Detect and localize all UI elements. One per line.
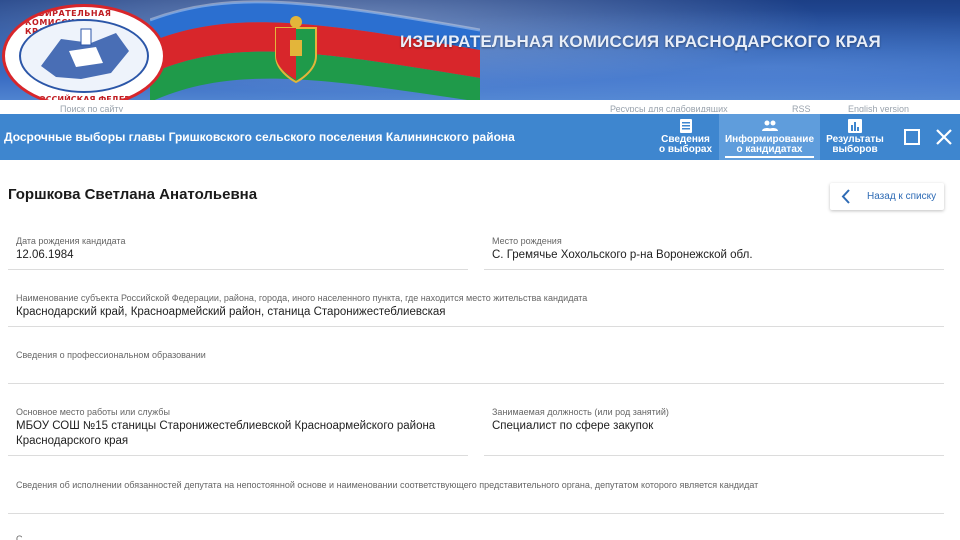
site-header-banner: ИЗБИРАТЕЛЬНАЯ КОМИССИЯ КРАСНОДАРСКОГО РО… — [0, 0, 960, 112]
coat-of-arms-icon — [275, 16, 317, 84]
back-to-list-button[interactable]: Назад к списку — [830, 183, 944, 210]
field-label: Занимаемая должность (или род занятий) — [492, 407, 669, 417]
field-value: 12.06.1984 — [16, 249, 74, 261]
field-deputy-duties: Сведения об исполнении обязанностей депу… — [8, 470, 944, 514]
header-utility-strip: Поиск по сайту Ресурсы для слабовидящих … — [0, 100, 960, 112]
tab-candidates-info-label: Информирование о кандидатах — [725, 135, 814, 155]
emblem-map — [19, 19, 149, 93]
tab-election-results[interactable]: Результаты выборов — [820, 114, 890, 160]
bar-chart-icon — [848, 119, 862, 133]
field-value-line2: Краснодарского края — [16, 435, 129, 447]
rss-link[interactable]: RSS — [792, 104, 811, 112]
field-value: Краснодарский край, Красноармейский райо… — [16, 306, 446, 318]
field-value-line1: МБОУ СОШ №15 станицы Старонижестеблиевск… — [16, 420, 436, 432]
tab-election-results-label: Результаты выборов — [826, 135, 884, 155]
document-icon — [679, 119, 692, 133]
field-label: Дата рождения кандидата — [16, 236, 126, 246]
tab-candidates-info[interactable]: Информирование о кандидатах — [719, 114, 820, 160]
candidate-name: Горшкова Светлана Анатольевна — [8, 186, 258, 203]
field-birth-place: Место рождения С. Гремячье Хохольского р… — [484, 228, 944, 270]
modal-header-bar: Досрочные выборы главы Гришковского сель… — [0, 114, 960, 160]
field-label: Сведения об исполнении обязанностей депу… — [16, 480, 759, 490]
site-title: ИЗБИРАТЕЛЬНАЯ КОМИССИЯ КРАСНОДАРСКОГО КР… — [400, 32, 881, 51]
field-label: С — [16, 534, 23, 540]
election-commission-emblem: ИЗБИРАТЕЛЬНАЯ КОМИССИЯ КРАСНОДАРСКОГО РО… — [2, 4, 166, 108]
field-label: Место рождения — [492, 236, 562, 246]
field-position: Занимаемая должность (или род занятий) С… — [484, 399, 944, 456]
search-link[interactable]: Поиск по сайту — [60, 104, 123, 112]
chevron-left-icon — [841, 189, 850, 204]
maximize-button[interactable] — [903, 128, 921, 146]
field-workplace: Основное место работы или службы МБОУ СО… — [8, 399, 468, 456]
field-label: Наименование субъекта Российской Федерац… — [16, 293, 588, 303]
active-tab-indicator — [725, 156, 814, 158]
field-value: С. Гремячье Хохольского р-на Воронежской… — [492, 249, 753, 261]
low-vision-link[interactable]: Ресурсы для слабовидящих — [610, 104, 728, 112]
tab-label-line2: выборов — [832, 144, 878, 155]
tab-election-info[interactable]: Сведения о выборах — [652, 114, 719, 160]
tab-label-line2: о кандидатах — [736, 144, 803, 155]
field-value: Специалист по сфере закупок — [492, 420, 654, 432]
english-version-link[interactable]: English version — [848, 104, 909, 112]
tab-election-info-label: Сведения о выборах — [659, 135, 712, 155]
people-icon — [761, 120, 778, 131]
close-button[interactable] — [935, 128, 953, 146]
election-title: Досрочные выборы главы Гришковского сель… — [4, 130, 515, 144]
field-label: Сведения о профессиональном образовании — [16, 350, 206, 360]
field-birth-date: Дата рождения кандидата 12.06.1984 — [8, 228, 468, 270]
field-residence: Наименование субъекта Российской Федерац… — [8, 285, 944, 327]
tab-label-line2: о выборах — [658, 144, 713, 155]
field-label: Основное место работы или службы — [16, 407, 170, 417]
field-next-partial: С — [8, 528, 944, 540]
back-to-list-label: Назад к списку — [867, 191, 937, 202]
field-education: Сведения о профессиональном образовании — [8, 342, 944, 384]
